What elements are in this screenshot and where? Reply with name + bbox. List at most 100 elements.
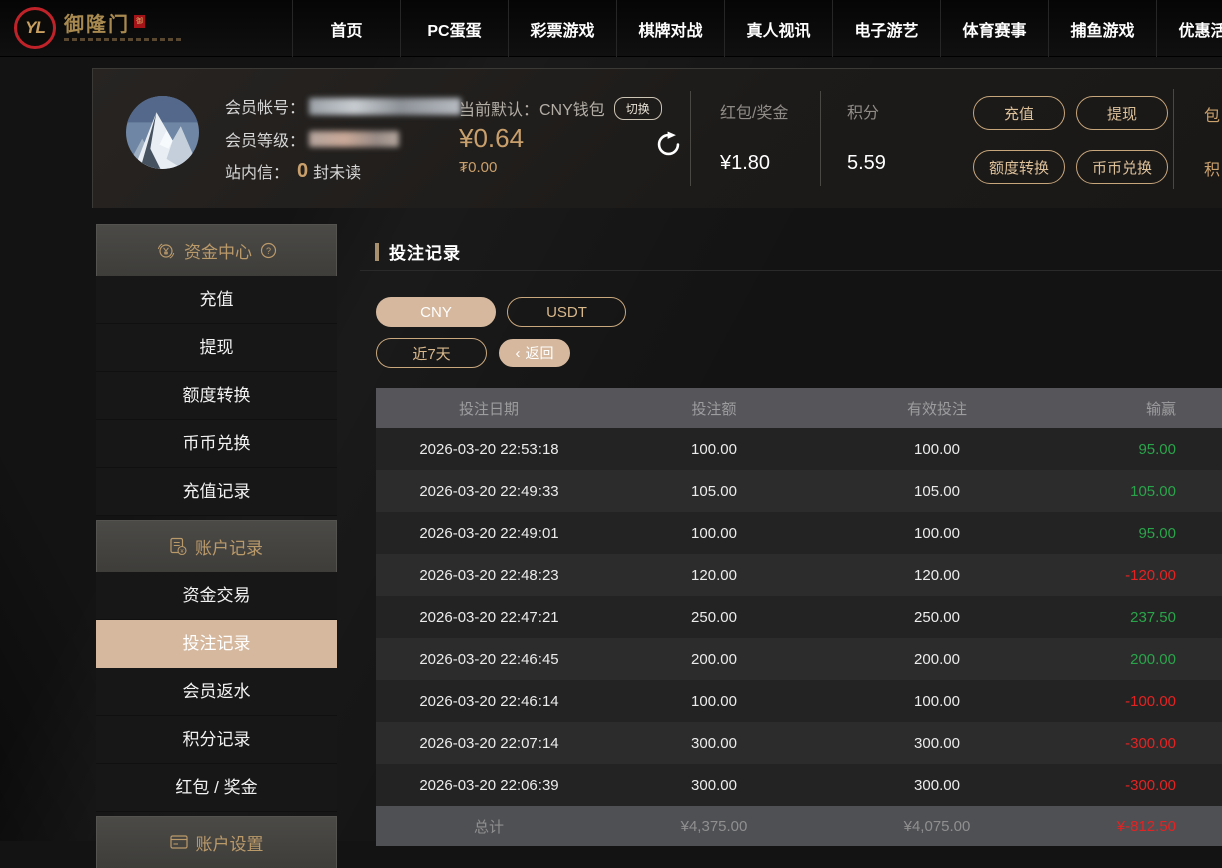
win-loss: -120.00 (1048, 567, 1222, 584)
table-row: 2026-03-20 22:46:45200.00200.00200.00 (376, 638, 1222, 680)
win-loss: 200.00 (1048, 651, 1222, 668)
nav-item-6[interactable]: 电子游艺 (833, 0, 941, 57)
divider (1173, 89, 1174, 189)
sidebar-section-title: 账户记录 (195, 534, 263, 559)
quota-transfer-button[interactable]: 额度转换 (973, 150, 1065, 184)
divider (690, 91, 691, 186)
column-header: 输赢 (1048, 398, 1222, 419)
default-wallet-label: 当前默认：CNY钱包 (459, 96, 605, 120)
switch-wallet-button[interactable]: 切换 (614, 97, 662, 120)
bet-date: 2026-03-20 22:47:21 (376, 609, 602, 626)
quick-actions: 充值 提现 额度转换 币币兑换 (973, 96, 1168, 184)
tab-usdt[interactable]: USDT (507, 297, 626, 327)
table-row: 2026-03-20 22:49:33105.00105.00105.00 (376, 470, 1222, 512)
bet-amount: 300.00 (602, 735, 826, 752)
level-row: 会员等级： (225, 129, 399, 149)
sidebar-item[interactable]: 额度转换 (96, 372, 337, 420)
nav-item-9[interactable]: 优惠活动 (1157, 0, 1222, 57)
bet-date: 2026-03-20 22:46:45 (376, 651, 602, 668)
bet-date: 2026-03-20 22:06:39 (376, 777, 602, 794)
total-win-loss: ¥-812.50 (1048, 818, 1222, 835)
deposit-button[interactable]: 充值 (973, 96, 1065, 130)
valid-bet: 250.00 (826, 609, 1048, 626)
page-title: 投注记录 (375, 239, 461, 264)
win-loss: -300.00 (1048, 777, 1222, 794)
nav-item-3[interactable]: 彩票游戏 (509, 0, 617, 57)
nav-item-5[interactable]: 真人视讯 (725, 0, 833, 57)
valid-bet: 100.00 (826, 693, 1048, 710)
help-icon[interactable]: ? (260, 242, 277, 259)
table-row: 2026-03-20 22:07:14300.00300.00-300.00 (376, 722, 1222, 764)
ledger-icon: ¥ (170, 537, 187, 556)
points-label: 积分 (847, 99, 879, 123)
account-row: 会员帐号： (225, 96, 461, 116)
nav-item-1[interactable]: 首页 (293, 0, 401, 57)
points-value: 5.59 (847, 152, 886, 175)
inbox-row[interactable]: 站内信： 0 封未读 (225, 161, 361, 181)
coin-exchange-button[interactable]: 币币兑换 (1076, 150, 1168, 184)
top-nav: YL 御隆门 御 首页PC蛋蛋彩票游戏棋牌对战真人视讯电子游艺体育赛事捕鱼游戏优… (0, 0, 1222, 57)
bet-records-table: 投注日期投注额有效投注输赢2026-03-20 22:53:18100.0010… (376, 388, 1222, 846)
win-loss: -300.00 (1048, 735, 1222, 752)
sidebar-section-header: 资金中心? (96, 224, 337, 276)
chevron-left-icon: ‹ (516, 346, 521, 361)
valid-bet: 100.00 (826, 441, 1048, 458)
win-loss: 95.00 (1048, 441, 1222, 458)
inbox-unit: 封未读 (313, 159, 361, 183)
logo[interactable]: YL 御隆门 御 (14, 7, 182, 49)
column-header: 投注日期 (376, 398, 602, 419)
sidebar-item[interactable]: 会员返水 (96, 668, 337, 716)
inbox-label: 站内信： (225, 159, 289, 183)
sidebar-section-title: 账户设置 (196, 830, 264, 855)
nav-item-2[interactable]: PC蛋蛋 (401, 0, 509, 57)
sidebar-item[interactable]: 充值记录 (96, 468, 337, 516)
bet-amount: 300.00 (602, 777, 826, 794)
sidebar-section-header: ¥ 账户记录 (96, 520, 337, 572)
table-row: 2026-03-20 22:49:01100.00100.0095.00 (376, 512, 1222, 554)
sidebar-item[interactable]: 资金交易 (96, 572, 337, 620)
back-button[interactable]: ‹ 返回 (499, 339, 570, 367)
sidebar-item[interactable]: 积分记录 (96, 716, 337, 764)
bet-date: 2026-03-20 22:49:01 (376, 525, 602, 542)
avatar (126, 96, 199, 169)
bet-amount: 105.00 (602, 483, 826, 500)
table-row: 2026-03-20 22:46:14100.00100.00-100.00 (376, 680, 1222, 722)
divider (360, 270, 1222, 271)
bet-date: 2026-03-20 22:53:18 (376, 441, 602, 458)
sidebar-item[interactable]: 投注记录 (96, 620, 337, 668)
usdt-balance: ₮0.00 (459, 159, 497, 176)
sidebar-item[interactable]: 充值 (96, 276, 337, 324)
inbox-count: 0 (297, 160, 308, 183)
nav-item-8[interactable]: 捕鱼游戏 (1049, 0, 1157, 57)
valid-bet: 300.00 (826, 735, 1048, 752)
win-loss: -100.00 (1048, 693, 1222, 710)
withdraw-button[interactable]: 提现 (1076, 96, 1168, 130)
sidebar-item[interactable]: 红包 / 奖金 (96, 764, 337, 812)
user-panel: 会员帐号： 会员等级： 站内信： 0 封未读 当前默认：CNY钱包 切换 ¥0.… (92, 68, 1222, 208)
refresh-balance-icon[interactable] (653, 131, 683, 161)
table-total-row: 总计¥4,375.00¥4,075.00¥-812.50 (376, 806, 1222, 846)
tab-cny[interactable]: CNY (376, 297, 496, 327)
brand-name: 御隆门 (64, 15, 130, 35)
valid-bet: 105.00 (826, 483, 1048, 500)
bet-date: 2026-03-20 22:48:23 (376, 567, 602, 584)
sidebar-item[interactable]: 提现 (96, 324, 337, 372)
dragon-logo-icon: YL (14, 7, 56, 49)
bet-date: 2026-03-20 22:07:14 (376, 735, 602, 752)
brand-tagline (64, 38, 182, 41)
range-filter-button[interactable]: 近7天 (376, 338, 487, 368)
column-header: 投注额 (602, 398, 826, 419)
total-valid-bet: ¥4,075.00 (826, 818, 1048, 835)
nav-item-7[interactable]: 体育赛事 (941, 0, 1049, 57)
sidebar-item[interactable]: 币币兑换 (96, 420, 337, 468)
yen-circle-icon (156, 241, 176, 261)
cny-balance: ¥0.64 (459, 123, 524, 154)
table-row: 2026-03-20 22:53:18100.00100.0095.00 (376, 428, 1222, 470)
bet-amount: 120.00 (602, 567, 826, 584)
total-label: 总计 (376, 816, 602, 837)
bet-amount: 250.00 (602, 609, 826, 626)
valid-bet: 100.00 (826, 525, 1048, 542)
nav-item-4[interactable]: 棋牌对战 (617, 0, 725, 57)
brand-seal-icon: 御 (134, 15, 145, 28)
bonus-label: 红包/奖金 (720, 99, 788, 123)
